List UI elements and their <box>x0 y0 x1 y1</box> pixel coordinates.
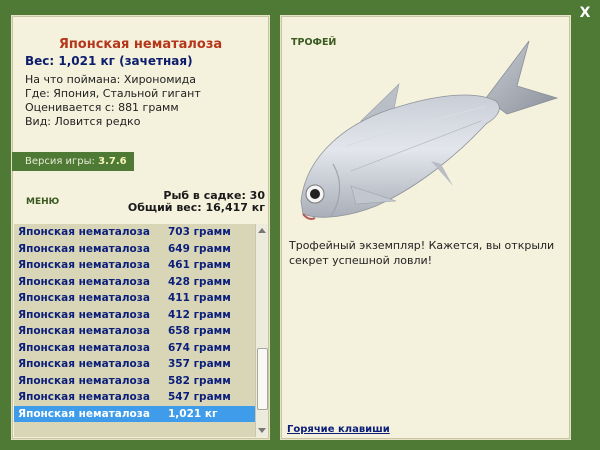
catch-item-name: Японская нематалоза <box>18 308 150 321</box>
catch-item-weight: 357 грамм <box>168 358 231 370</box>
fish-title: Японская нематалоза <box>58 37 223 52</box>
catch-item-weight: 703 грамм <box>168 226 231 238</box>
catch-item-name: Японская нематалоза <box>18 325 150 337</box>
catch-list-scrollbar[interactable] <box>255 224 268 437</box>
total-weight: Общий вес: 16,417 кг <box>127 201 265 214</box>
catch-list-item[interactable]: Японская нематалоза 582 грамм <box>14 373 255 390</box>
fish-info-panel: Японская нематалоза Вес: 1,021 кг (зачет… <box>11 15 270 440</box>
catch-item-name: Японская нематалоза <box>18 259 150 271</box>
catch-list-item[interactable]: Японская нематалоза 547 грамм <box>14 389 255 406</box>
scrollbar-thumb[interactable] <box>257 348 268 410</box>
catch-item-weight: 674 грамм <box>168 341 231 354</box>
catch-item-name: Японская нематалоза <box>18 242 150 255</box>
catch-list-item[interactable]: Японская нематалоза 411 грамм <box>14 290 255 307</box>
catch-item-weight: 1,021 кг <box>168 407 218 420</box>
catch-item-weight: 412 грамм <box>168 308 231 321</box>
catch-item-weight: 547 грамм <box>168 391 231 403</box>
fish-image <box>300 40 559 220</box>
hotkeys-link[interactable]: Горячие клавиши <box>287 424 390 435</box>
catch-list[interactable]: Японская нематалоза 703 грамм Японская нем… <box>14 224 255 437</box>
catch-item-weight: 461 грамм <box>168 259 231 271</box>
fish-kind: Вид: Ловится редко <box>25 115 141 128</box>
fish-location: Где: Япония, Стальной гигант <box>25 87 201 100</box>
scroll-down-arrow-icon[interactable] <box>258 428 266 433</box>
menu-button[interactable]: МЕНЮ <box>26 197 59 207</box>
catch-item-name: Японская нематалоза <box>18 391 150 403</box>
catch-list-item[interactable]: Японская нематалоза 428 грамм <box>14 274 255 291</box>
fish-valued: Оценивается с: 881 грамм <box>25 101 179 114</box>
version-value: 3.7.6 <box>98 156 127 167</box>
trophy-text: Трофейный экземпляр! Кажется, вы открыли… <box>289 239 555 267</box>
catch-list-item[interactable]: Японская нематалоза 461 грамм <box>14 257 255 274</box>
catch-item-name: Японская нематалоза <box>18 275 150 288</box>
catch-item-name: Японская нематалоза <box>18 341 150 354</box>
catch-list-item[interactable]: Японская нематалоза 649 грамм <box>14 241 255 258</box>
catch-item-weight: 649 грамм <box>168 242 231 255</box>
catch-item-weight: 411 грамм <box>168 292 231 304</box>
trophy-panel: ТРОФЕЙ Трофейный экземпляр! Кажется, вы … <box>280 15 571 440</box>
catch-item-weight: 582 грамм <box>168 374 231 387</box>
fish-weight: Вес: 1,021 кг (зачетная) <box>25 54 193 68</box>
close-button[interactable]: X <box>576 5 594 21</box>
catch-list-item[interactable]: Японская нематалоза 674 грамм <box>14 340 255 357</box>
catch-item-name: Японская нематалоза <box>18 374 150 387</box>
fish-bait: На что поймана: Хирономида <box>25 73 196 86</box>
catch-list-item[interactable]: Японская нематалоза 357 грамм <box>14 356 255 373</box>
catch-list-item[interactable]: Японская нематалоза 1,021 кг <box>14 405 255 422</box>
catch-item-weight: 428 грамм <box>168 275 231 288</box>
catch-list-item[interactable]: Японская нематалоза 412 грамм <box>14 307 255 324</box>
catch-list-item[interactable]: Японская нематалоза 658 грамм <box>14 323 255 340</box>
catch-item-name: Японская нематалоза <box>18 358 150 370</box>
catch-item-name: Японская нематалоза <box>18 292 150 304</box>
version-label: Версия игры: <box>25 156 95 167</box>
catch-item-name: Японская нематалоза <box>18 226 150 238</box>
catch-list-item[interactable]: Японская нематалоза 703 грамм <box>14 224 255 241</box>
catch-item-weight: 658 грамм <box>168 325 231 337</box>
scroll-up-arrow-icon[interactable] <box>258 228 266 233</box>
catch-item-name: Японская нематалоза <box>18 407 150 420</box>
game-version: Версия игры: 3.7.6 <box>12 152 134 171</box>
